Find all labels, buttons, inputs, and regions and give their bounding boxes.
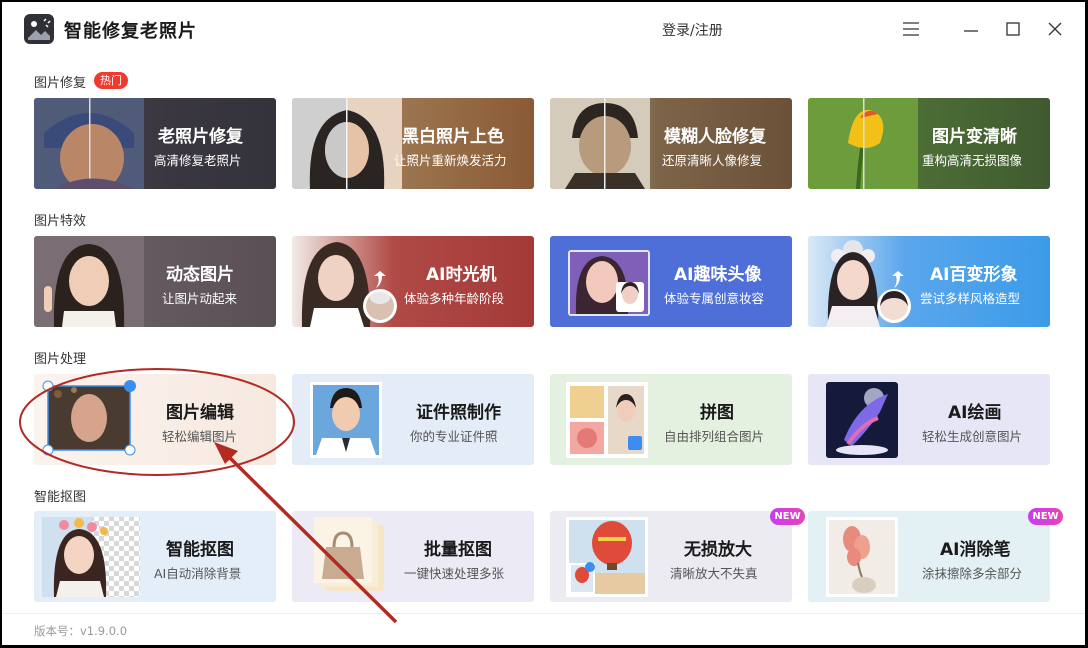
card-image-sharpen[interactable]: 图片变清晰 重构高清无损图像	[808, 98, 1050, 189]
card-subtitle: 轻松编辑图片	[162, 429, 238, 444]
card-title: AI趣味头像	[674, 265, 762, 285]
app-window: 智能修复老照片 登录/注册 图片修复 热门 图片特效 图片处理 智能抠图 老照片…	[2, 2, 1085, 645]
card-collage[interactable]: 拼图 自由排列组合图片	[550, 374, 792, 465]
card-title: AI时光机	[426, 265, 497, 285]
card-subtitle: 让图片动起来	[162, 291, 238, 306]
card-title: 老照片修复	[158, 127, 243, 147]
card-subtitle: 轻松生成创意图片	[922, 429, 1023, 444]
card-ai-time-machine[interactable]: AI时光机 体验多种年龄阶段	[292, 236, 534, 327]
card-subtitle: 高清修复老照片	[154, 153, 242, 168]
cutout-portrait-thumbnail	[42, 517, 140, 597]
section-title-smart-cutout: 智能抠图	[34, 490, 87, 505]
hanfu-woman-thumbnail	[826, 240, 911, 327]
card-colorize-bw-photo[interactable]: 黑白照片上色 让照片重新焕发活力	[292, 98, 534, 189]
boy-portrait-thumbnail	[550, 98, 650, 189]
card-title: 证件照制作	[416, 403, 501, 423]
card-title: 智能抠图	[166, 540, 234, 560]
card-title: 无损放大	[684, 540, 752, 560]
card-lossless-upscale[interactable]: 无损放大 清晰放大不失真	[550, 511, 792, 602]
flower-vase-thumbnail	[826, 517, 898, 597]
card-subtitle: 体验多种年龄阶段	[404, 291, 505, 306]
hot-air-balloon-thumbnail	[566, 517, 648, 597]
section-title-photo-effects: 图片特效	[34, 214, 87, 229]
app-title: 智能修复老照片	[64, 21, 197, 42]
maximize-button[interactable]	[1000, 16, 1026, 42]
card-title: 批量抠图	[424, 540, 492, 560]
new-badge-ai-eraser: NEW	[1028, 508, 1063, 525]
card-subtitle: 自由排列组合图片	[664, 429, 765, 444]
card-title: 图片编辑	[166, 403, 234, 423]
card-ai-eraser[interactable]: AI消除笔 涂抹擦除多余部分	[808, 511, 1050, 602]
card-subtitle: 一键快速处理多张	[404, 566, 505, 581]
section-title-photo-repair: 图片修复	[34, 76, 87, 91]
id-photo-thumbnail	[310, 382, 382, 458]
card-title: AI消除笔	[940, 540, 1011, 560]
card-title: 黑白照片上色	[402, 127, 504, 147]
minimize-icon	[964, 30, 978, 32]
card-title: 模糊人脸修复	[664, 127, 766, 147]
card-subtitle: 重构高清无损图像	[922, 153, 1023, 168]
close-icon	[1048, 22, 1062, 36]
girl-pointing-thumbnail	[34, 236, 144, 327]
card-subtitle: 涂抹擦除多余部分	[922, 566, 1023, 581]
app-logo-icon	[24, 14, 54, 44]
close-button[interactable]	[1042, 16, 1068, 42]
footer-divider	[2, 613, 1085, 614]
edit-photo-thumbnail	[42, 380, 136, 456]
card-ai-painting[interactable]: AI绘画 轻松生成创意图片	[808, 374, 1050, 465]
card-title: 图片变清晰	[932, 127, 1017, 147]
card-subtitle: 还原清晰人像修复	[662, 153, 763, 168]
maximize-icon	[1006, 22, 1020, 36]
old-woman-thumbnail	[34, 98, 144, 189]
card-subtitle: 体验专属创意妆容	[664, 291, 765, 306]
card-blurry-face-repair[interactable]: 模糊人脸修复 还原清晰人像修复	[550, 98, 792, 189]
card-title: 拼图	[700, 403, 734, 423]
card-id-photo[interactable]: 证件照制作 你的专业证件照	[292, 374, 534, 465]
card-animated-photo[interactable]: 动态图片 让图片动起来	[34, 236, 276, 327]
card-batch-cutout[interactable]: 批量抠图 一键快速处理多张	[292, 511, 534, 602]
makeup-avatar-thumbnail	[568, 250, 650, 316]
card-subtitle: 你的专业证件照	[410, 429, 498, 444]
card-subtitle: 尝试多样风格造型	[920, 291, 1021, 306]
new-badge-lossless-upscale: NEW	[770, 508, 805, 525]
batch-bag-thumbnail	[314, 517, 384, 591]
ai-art-thumbnail	[826, 382, 898, 458]
card-ai-style-makeover[interactable]: AI百变形象 尝试多样风格造型	[808, 236, 1050, 327]
card-title: AI百变形象	[930, 265, 1018, 285]
collage-thumbnail	[566, 382, 648, 458]
card-title: 动态图片	[166, 265, 234, 285]
section-title-photo-processing: 图片处理	[34, 352, 87, 367]
minimize-button[interactable]	[958, 16, 984, 42]
tulip-thumbnail	[808, 98, 918, 189]
woman-aging-thumbnail	[301, 242, 397, 327]
card-old-photo-repair[interactable]: 老照片修复 高清修复老照片	[34, 98, 276, 189]
card-subtitle: 清晰放大不失真	[670, 566, 758, 581]
hamburger-icon	[903, 22, 919, 36]
menu-button[interactable]	[898, 16, 924, 42]
card-smart-cutout[interactable]: 智能抠图 AI自动消除背景	[34, 511, 276, 602]
login-register-link[interactable]: 登录/注册	[662, 20, 723, 40]
card-subtitle: AI自动消除背景	[154, 566, 242, 581]
card-ai-fun-avatar[interactable]: AI趣味头像 体验专属创意妆容	[550, 236, 792, 327]
version-label: 版本号：v1.9.0.0	[34, 624, 128, 638]
woman-portrait-thumbnail	[292, 98, 402, 189]
hot-badge: 热门	[94, 72, 128, 89]
title-bar: 智能修复老照片 登录/注册	[2, 2, 1085, 56]
card-image-edit[interactable]: 图片编辑 轻松编辑图片	[34, 374, 276, 465]
card-title: AI绘画	[948, 403, 1002, 423]
card-subtitle: 让照片重新焕发活力	[394, 153, 507, 168]
